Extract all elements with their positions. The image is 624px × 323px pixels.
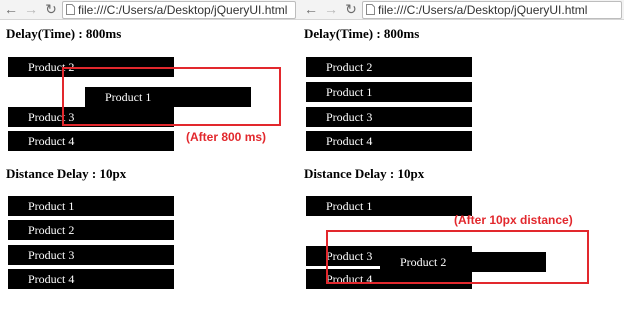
distance-annotation: (After 10px distance) xyxy=(454,213,573,227)
delay-section-title: Delay(Time) : 800ms xyxy=(6,26,122,41)
back-button[interactable]: ← xyxy=(302,0,320,19)
browser-toolbar: ← → ↻ file:///C:/Users/a/Desktop/jQueryU… xyxy=(0,0,298,20)
annotation-box xyxy=(62,67,281,126)
forward-button[interactable]: → xyxy=(322,0,340,19)
address-bar[interactable]: file:///C:/Users/a/Desktop/jQueryUI.html xyxy=(62,1,296,19)
right-screenshot-panel: ← → ↻ file:///C:/Users/a/Desktop/jQueryU… xyxy=(298,0,624,323)
sortable-item[interactable]: Product 4 xyxy=(306,131,472,151)
back-button[interactable]: ← xyxy=(2,0,20,19)
page-icon xyxy=(366,4,375,15)
sortable-item[interactable]: Product 1 xyxy=(8,196,174,216)
forward-button[interactable]: → xyxy=(22,0,40,19)
delay-section-title: Delay(Time) : 800ms xyxy=(304,26,420,41)
reload-button[interactable]: ↻ xyxy=(342,0,360,19)
reload-button[interactable]: ↻ xyxy=(42,0,60,19)
address-bar[interactable]: file:///C:/Users/a/Desktop/jQueryUI.html xyxy=(362,1,622,19)
browser-toolbar: ← → ↻ file:///C:/Users/a/Desktop/jQueryU… xyxy=(298,0,624,20)
sortable-item[interactable]: Product 1 xyxy=(306,82,472,102)
sortable-item[interactable]: Product 3 xyxy=(306,107,472,127)
left-screenshot-panel: ← → ↻ file:///C:/Users/a/Desktop/jQueryU… xyxy=(0,0,298,323)
address-url: file:///C:/Users/a/Desktop/jQueryUI.html xyxy=(78,3,288,17)
address-url: file:///C:/Users/a/Desktop/jQueryUI.html xyxy=(378,3,588,17)
sortable-item[interactable]: Product 2 xyxy=(8,220,174,240)
annotation-box xyxy=(326,230,589,284)
delay-annotation: (After 800 ms) xyxy=(186,130,267,144)
distance-section-title: Distance Delay : 10px xyxy=(6,166,127,181)
sortable-item[interactable]: Product 1 xyxy=(306,196,472,216)
distance-section-title: Distance Delay : 10px xyxy=(304,166,425,181)
sortable-item[interactable]: Product 4 xyxy=(8,131,174,151)
sortable-item[interactable]: Product 3 xyxy=(8,245,174,265)
page-icon xyxy=(66,4,75,15)
sortable-item[interactable]: Product 2 xyxy=(306,57,472,77)
sortable-item[interactable]: Product 4 xyxy=(8,269,174,289)
